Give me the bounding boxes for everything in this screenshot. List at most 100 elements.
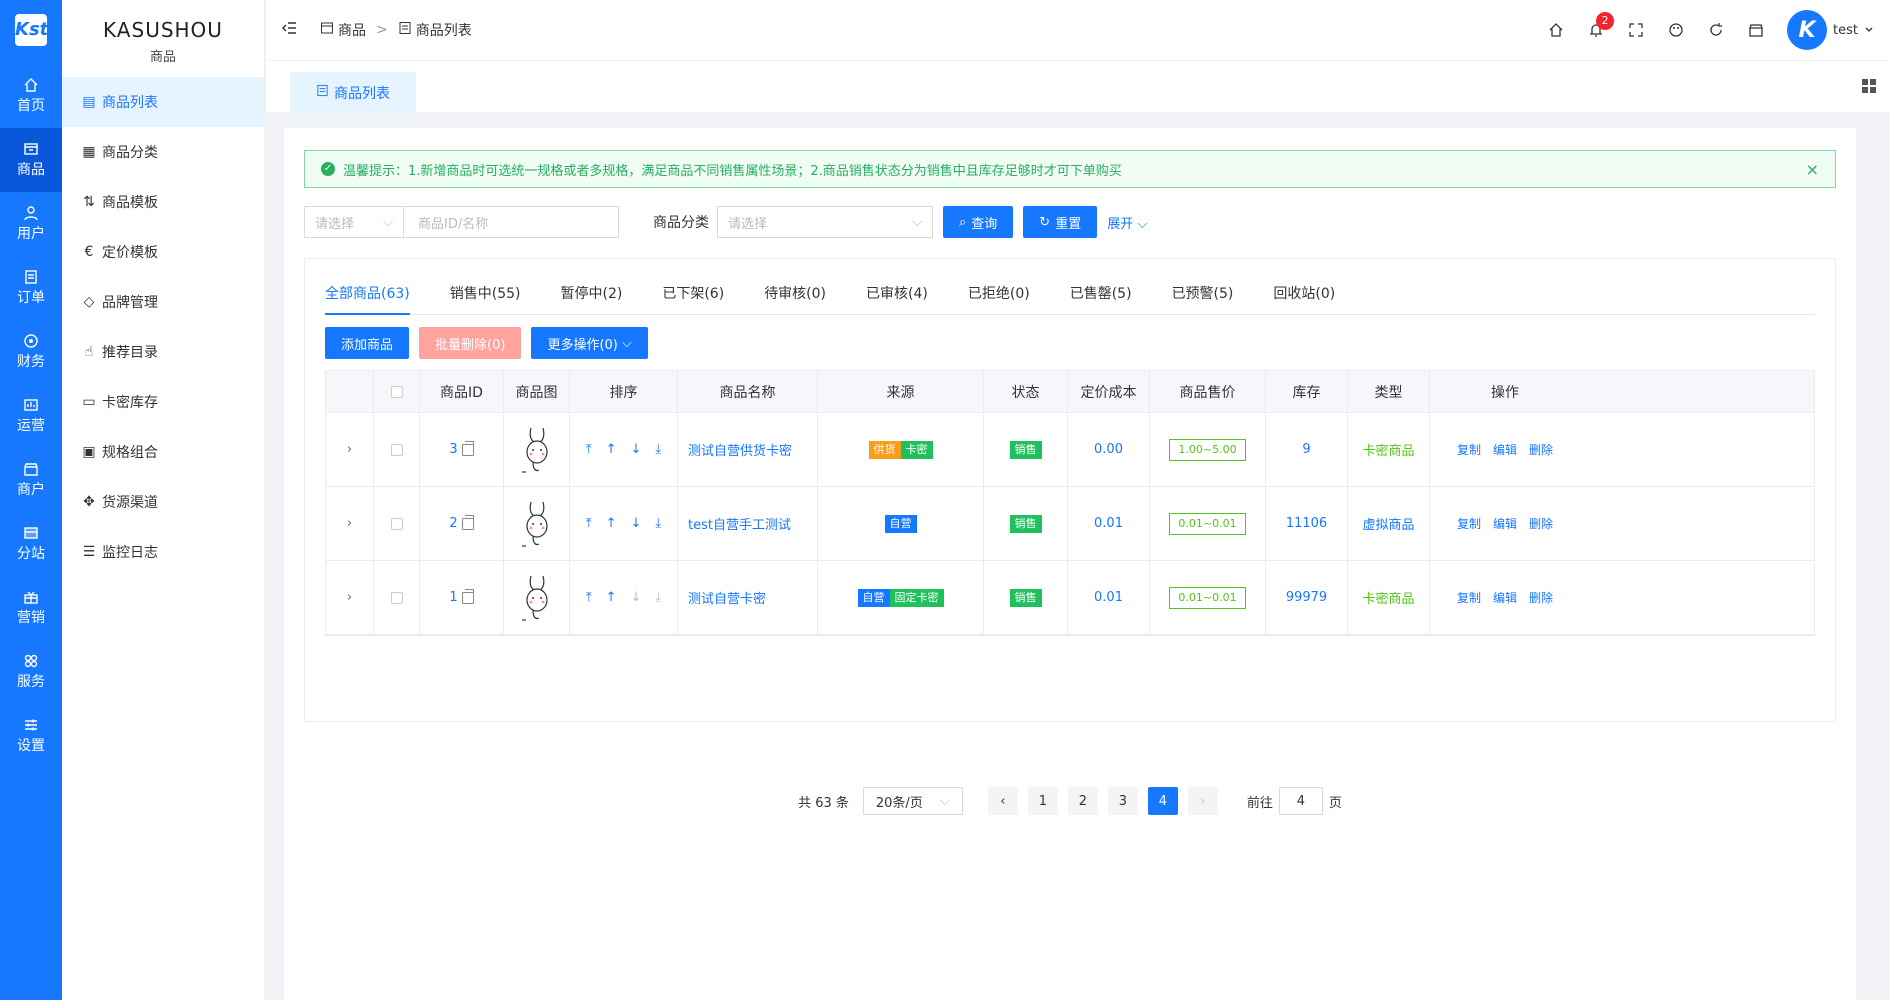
nav-item-2[interactable]: 用户	[0, 192, 62, 256]
sidebar-item-5[interactable]: ☝ 推荐目录	[62, 327, 264, 377]
breadcrumb-item-goods[interactable]: 商品	[338, 20, 366, 40]
edit-link[interactable]: 编辑	[1493, 589, 1517, 606]
status-tab-0[interactable]: 全部商品(63)	[325, 283, 410, 315]
status-tab-9[interactable]: 回收站(0)	[1273, 283, 1335, 315]
sidebar-item-4[interactable]: ◇ 品牌管理	[62, 277, 264, 327]
prev-page-button[interactable]: ‹	[987, 787, 1018, 815]
nav-item-7[interactable]: 分站	[0, 512, 62, 576]
next-page-button[interactable]: ›	[1187, 787, 1218, 815]
move-up-icon[interactable]: ↑	[606, 516, 617, 531]
move-down-icon[interactable]: ↓	[631, 442, 642, 457]
delete-link[interactable]: 删除	[1529, 515, 1553, 532]
nav-item-6[interactable]: 商户	[0, 448, 62, 512]
copy-link[interactable]: 复制	[1457, 441, 1481, 458]
query-button[interactable]: ⌕ 查询	[943, 206, 1014, 238]
user-menu[interactable]: K test	[1787, 10, 1874, 50]
avatar[interactable]: K	[1787, 10, 1828, 50]
sidebar-item-7[interactable]: ▣ 规格组合	[62, 427, 264, 477]
nav-item-0[interactable]: 首页	[0, 64, 62, 128]
row-checkbox[interactable]	[390, 517, 403, 530]
store-icon[interactable]	[1747, 21, 1765, 39]
nav-item-10[interactable]: 设置	[0, 704, 62, 768]
sidebar-item-1[interactable]: ▦ 商品分类	[62, 127, 264, 177]
app-logo[interactable]: Kst	[15, 14, 48, 46]
move-down-icon[interactable]: ↓	[631, 590, 642, 605]
page-button[interactable]: 4	[1147, 787, 1178, 815]
nav-item-5[interactable]: 运营	[0, 384, 62, 448]
chevron-right-icon[interactable]: ›	[347, 442, 352, 457]
row-checkbox[interactable]	[390, 443, 403, 456]
product-name[interactable]: 测试自营供货卡密	[678, 413, 818, 486]
nav-item-8[interactable]: 营销	[0, 576, 62, 640]
copy-icon[interactable]	[461, 588, 474, 604]
move-bottom-icon[interactable]: ⤓	[655, 442, 661, 457]
move-down-icon[interactable]: ↓	[631, 516, 642, 531]
search-input[interactable]: 商品ID/名称	[404, 206, 619, 238]
row-expand[interactable]: ›	[326, 561, 374, 634]
status-tab-7[interactable]: 已售罄(5)	[1070, 283, 1132, 315]
select-all-checkbox[interactable]	[390, 385, 403, 398]
row-expand[interactable]: ›	[326, 487, 374, 560]
edit-link[interactable]: 编辑	[1493, 441, 1517, 458]
grid-menu-icon[interactable]	[1862, 79, 1876, 93]
page-button[interactable]: 3	[1107, 787, 1138, 815]
move-top-icon[interactable]: ⤒	[586, 516, 592, 531]
sidebar-item-6[interactable]: ▭ 卡密库存	[62, 377, 264, 427]
copy-link[interactable]: 复制	[1457, 589, 1481, 606]
goto-page-input[interactable]: 4	[1278, 787, 1323, 815]
copy-link[interactable]: 复制	[1457, 515, 1481, 532]
batch-delete-button[interactable]: 批量删除(0)	[419, 327, 522, 359]
sidebar-item-8[interactable]: ✥ 货源渠道	[62, 477, 264, 527]
chevron-down-icon[interactable]	[1864, 23, 1874, 38]
row-expand[interactable]: ›	[326, 413, 374, 486]
sidebar-item-9[interactable]: ☰ 监控日志	[62, 527, 264, 577]
more-actions-button[interactable]: 更多操作(0) ⌵	[531, 327, 648, 359]
move-bottom-icon[interactable]: ⤓	[655, 516, 661, 531]
reset-button[interactable]: ↻ 重置	[1023, 206, 1098, 238]
refresh-icon[interactable]	[1707, 21, 1725, 39]
sidebar-item-0[interactable]: ▤ 商品列表	[62, 77, 264, 127]
palette-icon[interactable]	[1667, 21, 1685, 39]
nav-item-3[interactable]: 订单	[0, 256, 62, 320]
move-bottom-icon[interactable]: ⤓	[655, 590, 661, 605]
status-tab-6[interactable]: 已拒绝(0)	[968, 283, 1030, 315]
add-product-button[interactable]: 添加商品	[325, 327, 410, 359]
home-icon[interactable]	[1547, 21, 1565, 39]
status-tab-8[interactable]: 已预警(5)	[1172, 283, 1234, 315]
copy-icon[interactable]	[461, 514, 474, 530]
delete-link[interactable]: 删除	[1529, 589, 1553, 606]
status-tab-3[interactable]: 已下架(6)	[662, 283, 724, 315]
edit-link[interactable]: 编辑	[1493, 515, 1517, 532]
username[interactable]: test	[1833, 23, 1858, 38]
copy-icon[interactable]	[461, 440, 474, 456]
move-up-icon[interactable]: ↑	[606, 442, 617, 457]
tab-product-list[interactable]: 商品列表	[290, 72, 416, 113]
expand-link[interactable]: 展开 ⌵	[1107, 213, 1147, 232]
page-size-select[interactable]: 20条/页 ⌵	[862, 787, 963, 815]
delete-link[interactable]: 删除	[1529, 441, 1553, 458]
chevron-right-icon[interactable]: ›	[347, 516, 352, 531]
nav-item-9[interactable]: 服务	[0, 640, 62, 704]
move-up-icon[interactable]: ↑	[606, 590, 617, 605]
bell-icon[interactable]: 2	[1587, 12, 1615, 39]
status-tab-5[interactable]: 已审核(4)	[866, 283, 928, 315]
close-icon[interactable]: ×	[1806, 160, 1819, 179]
collapse-menu-icon[interactable]	[282, 20, 298, 40]
sidebar-item-2[interactable]: ⇅ 商品模板	[62, 177, 264, 227]
page-button[interactable]: 1	[1027, 787, 1058, 815]
status-tab-1[interactable]: 销售中(55)	[450, 283, 521, 315]
fullscreen-icon[interactable]	[1627, 21, 1645, 39]
category-select[interactable]: 请选择 ⌵	[717, 206, 933, 238]
nav-item-4[interactable]: 财务	[0, 320, 62, 384]
product-name[interactable]: 测试自营卡密	[678, 561, 818, 634]
page-button[interactable]: 2	[1067, 787, 1098, 815]
chevron-right-icon[interactable]: ›	[347, 590, 352, 605]
move-top-icon[interactable]: ⤒	[586, 590, 592, 605]
status-tab-2[interactable]: 暂停中(2)	[561, 283, 623, 315]
product-name[interactable]: test自营手工测试	[678, 487, 818, 560]
search-type-select[interactable]: 请选择 ⌵	[304, 206, 404, 238]
sidebar-item-3[interactable]: € 定价模板	[62, 227, 264, 277]
nav-item-1[interactable]: 商品	[0, 128, 62, 192]
move-top-icon[interactable]: ⤒	[586, 442, 592, 457]
row-checkbox[interactable]	[390, 591, 403, 604]
